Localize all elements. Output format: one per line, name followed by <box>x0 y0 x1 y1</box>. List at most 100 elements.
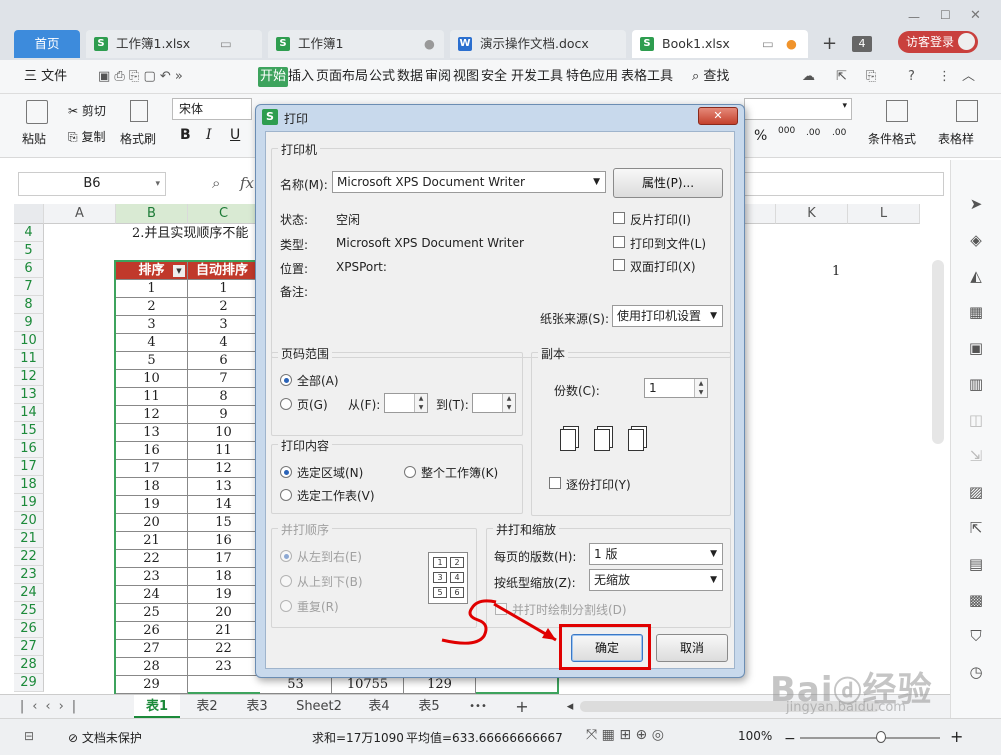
row-header[interactable]: 27 <box>14 638 44 656</box>
row-header[interactable]: 20 <box>14 512 44 530</box>
cell-c[interactable]: 14 <box>188 496 260 514</box>
sheet-tab-sheet2[interactable]: Sheet2 <box>288 695 350 718</box>
cell-b[interactable]: 20 <box>116 514 188 532</box>
more-sheets-icon[interactable]: ••• <box>468 695 488 718</box>
transform-icon[interactable]: ⇲ <box>966 446 986 466</box>
cell-c[interactable]: 16 <box>188 532 260 550</box>
paper-source-select[interactable]: 使用打印机设置 ▼ <box>612 305 723 327</box>
row-header[interactable]: 23 <box>14 566 44 584</box>
cell-b[interactable]: 12 <box>116 406 188 424</box>
cell-b[interactable]: 10 <box>116 370 188 388</box>
spinner-arrows-icon[interactable]: ▲ ▼ <box>694 379 707 397</box>
cell-b[interactable]: 5 <box>116 352 188 370</box>
name-box[interactable]: B6 ▾ <box>18 172 166 196</box>
cell-c[interactable]: 10 <box>188 424 260 442</box>
conditional-format-icon[interactable] <box>886 100 908 122</box>
sheet-mode-icon[interactable]: ⊟ <box>24 729 34 743</box>
column-header-b[interactable]: B <box>116 204 188 224</box>
cut-button[interactable]: ✂ 剪切 <box>68 102 106 119</box>
history-icon[interactable]: ◷ <box>966 662 986 682</box>
shapes-icon[interactable]: ◈ <box>966 230 986 250</box>
sheet-nav-arrows[interactable]: |‹‹›| <box>12 695 92 718</box>
sheet-tab-2[interactable]: 表2 <box>184 695 230 718</box>
decrease-decimal-button[interactable]: .00 <box>832 128 846 138</box>
view-mode-icons[interactable]: ⤧ ▦ ⊞ ⊕ ◎ <box>586 727 664 743</box>
cancel-button[interactable]: 取消 <box>656 634 728 662</box>
cell-b[interactable]: 22 <box>116 550 188 568</box>
underline-button[interactable]: U <box>230 127 240 143</box>
tab-insert[interactable]: 插入 <box>288 67 314 87</box>
printer-select[interactable]: Microsoft XPS Document Writer ▼ <box>332 171 606 193</box>
scale-select[interactable]: 无缩放 ▼ <box>589 569 723 591</box>
quick-access-icons[interactable]: ▣ ⎙ ⎘ ▢ ↶ » <box>98 67 183 87</box>
sheet-tab-3[interactable]: 表3 <box>234 695 280 718</box>
more-icon[interactable]: ⋮ <box>938 67 951 87</box>
row-header[interactable]: 21 <box>14 530 44 548</box>
row-header[interactable]: 8 <box>14 296 44 314</box>
tab-demo-docx[interactable]: W 演示操作文档.docx <box>450 30 626 58</box>
formula-input[interactable] <box>744 172 944 196</box>
filter-dropdown-icon[interactable]: ▼ <box>173 265 185 277</box>
cell-c[interactable]: 23 <box>188 658 260 676</box>
cell-c[interactable]: 8 <box>188 388 260 406</box>
duplex-checkbox[interactable] <box>613 259 625 271</box>
maximize-icon[interactable]: ☐ <box>940 8 951 22</box>
share-icon[interactable]: ⇱ <box>836 67 847 87</box>
pages-per-sheet-select[interactable]: 1 版 ▼ <box>589 543 723 565</box>
all-pages-radio[interactable] <box>280 374 292 386</box>
row-header[interactable]: 28 <box>14 656 44 674</box>
cell-c[interactable]: 13 <box>188 478 260 496</box>
properties-button[interactable]: 属性(P)... <box>613 168 723 198</box>
chart-icon[interactable]: ▥ <box>966 374 986 394</box>
cell-b[interactable]: 3 <box>116 316 188 334</box>
cell-c[interactable]: 12 <box>188 460 260 478</box>
fx-button[interactable]: fx <box>240 174 254 192</box>
zoom-slider[interactable] <box>800 737 940 739</box>
pointer-icon[interactable]: ➤ <box>966 194 986 214</box>
number-format-select[interactable]: ▾ <box>744 98 852 120</box>
tab-data[interactable]: 数据 <box>397 67 423 87</box>
spinner-arrows-icon[interactable]: ▲ ▼ <box>502 394 515 412</box>
row-header[interactable]: 29 <box>14 674 44 692</box>
thousands-button[interactable]: 000 <box>778 126 795 136</box>
left-to-right-radio[interactable] <box>280 550 292 562</box>
row-header[interactable]: 22 <box>14 548 44 566</box>
pages-radio[interactable] <box>280 398 292 410</box>
export-icon[interactable]: ⎘ <box>866 67 876 87</box>
cell-b[interactable]: 26 <box>116 622 188 640</box>
font-select[interactable]: 宋体 <box>172 98 252 120</box>
vertical-scrollbar[interactable] <box>932 260 944 444</box>
row-header[interactable]: 14 <box>14 404 44 422</box>
file-menu[interactable]: 三 文件 <box>24 67 67 87</box>
tab-book1-xlsx[interactable]: S Book1.xlsx ▭ ● <box>632 30 808 58</box>
zoom-out-icon[interactable]: − <box>784 731 796 747</box>
search-button[interactable]: ⌕ 查找 <box>692 67 729 87</box>
box-icon[interactable]: ▤ <box>966 554 986 574</box>
row-header[interactable]: 10 <box>14 332 44 350</box>
cell-b[interactable]: 1 <box>116 280 188 298</box>
cell-c[interactable]: 1 <box>188 280 260 298</box>
shield-icon[interactable]: ⛉ <box>966 626 986 646</box>
cell-b[interactable]: 21 <box>116 532 188 550</box>
cell-e29[interactable]: 10755 <box>332 676 404 694</box>
row-header[interactable]: 5 <box>14 242 44 260</box>
cell-b[interactable]: 23 <box>116 568 188 586</box>
cell-b[interactable]: 2 <box>116 298 188 316</box>
column-header-k[interactable]: K <box>776 204 848 224</box>
tab-view[interactable]: 视图 <box>453 67 479 87</box>
paste-button[interactable]: 粘贴 <box>22 130 46 147</box>
bold-button[interactable]: B <box>180 127 191 143</box>
whole-workbook-radio[interactable] <box>404 466 416 478</box>
row-header[interactable]: 25 <box>14 602 44 620</box>
selected-sheets-radio[interactable] <box>280 489 292 501</box>
scroll-left-icon[interactable]: ◂ <box>560 695 580 718</box>
cell-b[interactable]: 18 <box>116 478 188 496</box>
spinner-arrows-icon[interactable]: ▲ ▼ <box>414 394 427 412</box>
cell-k6[interactable]: 1 <box>832 264 840 279</box>
row-header[interactable]: 24 <box>14 584 44 602</box>
column-header-c[interactable]: C <box>188 204 260 224</box>
cell-c[interactable]: 22 <box>188 640 260 658</box>
cell-c[interactable]: 4 <box>188 334 260 352</box>
cell-b[interactable]: 27 <box>116 640 188 658</box>
cell-b[interactable]: 13 <box>116 424 188 442</box>
